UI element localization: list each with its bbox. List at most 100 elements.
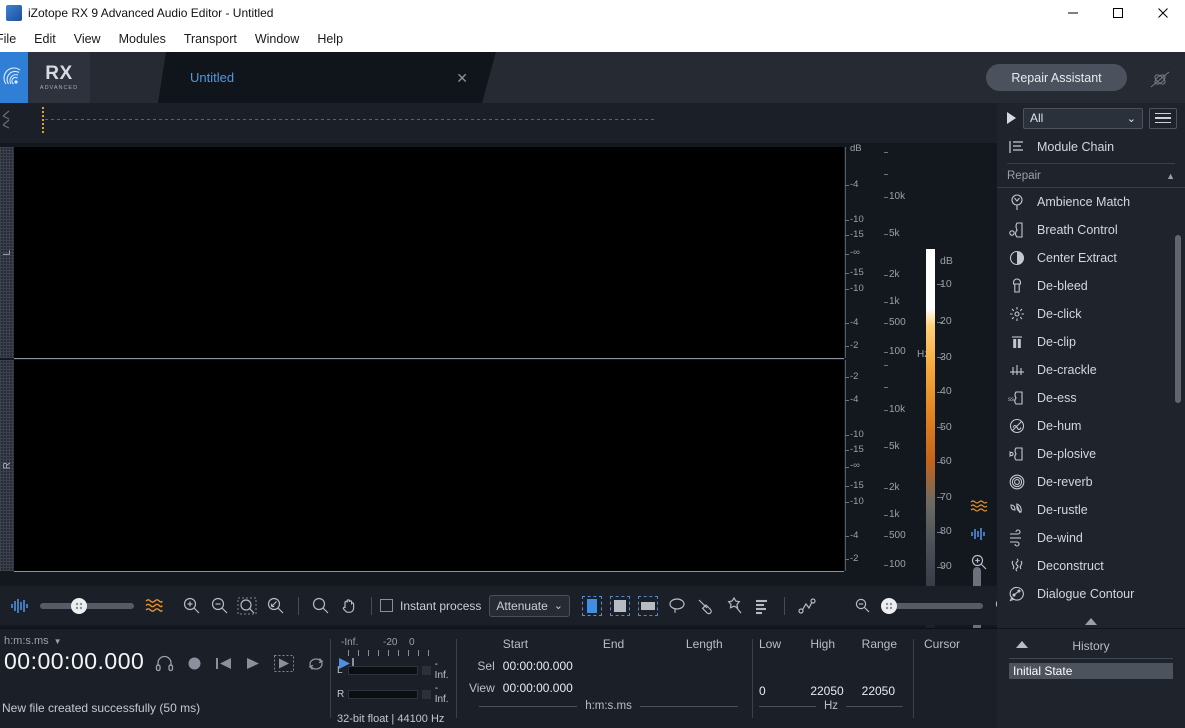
lasso-selection-tool-icon[interactable] xyxy=(664,592,692,620)
zoom-out-icon[interactable] xyxy=(849,592,877,620)
play-icon[interactable] xyxy=(1005,111,1017,125)
module-item-de-hum[interactable]: De-hum xyxy=(997,412,1185,440)
modules-scrollbar[interactable] xyxy=(1175,235,1181,403)
rewind-icon[interactable] xyxy=(215,656,232,671)
amplitude-ruler-top[interactable]: dB -4 -10 -15 -∞ -15 -10 -4 -2 xyxy=(845,143,885,358)
module-item-de-bleed[interactable]: De-bleed xyxy=(997,272,1185,300)
menu-view[interactable]: View xyxy=(65,29,110,49)
magnifier-tool-icon[interactable] xyxy=(307,592,335,620)
frequency-ruler-bottom[interactable]: 10k 5k 2k 1k 500 100 xyxy=(884,360,932,571)
spectrogram-view-icon[interactable] xyxy=(966,499,992,515)
play-selection-icon[interactable] xyxy=(274,655,294,672)
category-repair[interactable]: Repair ▲ xyxy=(997,164,1185,188)
hamburger-icon[interactable] xyxy=(1149,107,1177,129)
horizontal-zoom-knob[interactable] xyxy=(880,597,897,614)
menu-window[interactable]: Window xyxy=(246,29,308,49)
brush-selection-tool-icon[interactable] xyxy=(692,592,720,620)
assistant-wand-icon[interactable] xyxy=(1147,68,1175,92)
time-format-selector[interactable]: h:m:s.ms ▼ xyxy=(4,635,330,647)
harmonic-selection-tool-icon[interactable] xyxy=(748,592,776,620)
module-item-dialogue-contour[interactable]: Dialogue Contour xyxy=(997,580,1185,608)
play-icon[interactable] xyxy=(245,656,261,671)
waveform-lane-left[interactable] xyxy=(14,147,844,358)
time-header-length: Length xyxy=(685,637,723,651)
view-start-value[interactable]: 00:00:00.000 xyxy=(503,681,603,695)
module-chain-item[interactable]: Module Chain xyxy=(997,133,1185,161)
modules-scroll-up-icon[interactable] xyxy=(997,617,1185,626)
collapse-arrow-icon[interactable] xyxy=(1015,640,1029,649)
zoom-in-icon[interactable] xyxy=(178,592,206,620)
module-item-de-ess[interactable]: ss De-ess xyxy=(997,384,1185,412)
record-icon[interactable] xyxy=(187,656,202,671)
time-selection-tool-icon[interactable] xyxy=(581,595,602,616)
selection-length-value[interactable] xyxy=(686,659,752,673)
minimize-button[interactable] xyxy=(1050,0,1095,26)
menu-edit[interactable]: Edit xyxy=(25,29,65,49)
menu-help[interactable]: Help xyxy=(308,29,352,49)
selection-start-value[interactable]: 00:00:00.000 xyxy=(503,659,603,673)
menu-transport[interactable]: Transport xyxy=(175,29,246,49)
module-item-de-crackle[interactable]: De-crackle xyxy=(997,356,1185,384)
module-list[interactable]: Module Chain Repair ▲ Ambience Match Bre… xyxy=(997,133,1185,628)
magic-wand-tool-icon[interactable] xyxy=(720,592,748,620)
amp-label: -∞ xyxy=(850,247,860,258)
menu-file[interactable]: File xyxy=(0,29,25,49)
zoom-selection-icon[interactable] xyxy=(234,592,262,620)
module-item-de-rustle[interactable]: De-rustle xyxy=(997,496,1185,524)
amplitude-ruler-bottom[interactable]: -2 -4 -10 -15 -∞ -15 -10 -4 -2 xyxy=(845,360,885,571)
timeline-ruler[interactable] xyxy=(0,103,997,143)
spectrogram-view-icon[interactable] xyxy=(140,592,168,620)
zoom-out-icon[interactable] xyxy=(206,592,234,620)
frequency-selection-tool-icon[interactable] xyxy=(637,595,658,616)
module-item-de-wind[interactable]: De-wind xyxy=(997,524,1185,552)
meter-left-value: -Inf. xyxy=(434,659,449,681)
amplitude-slider[interactable] xyxy=(40,597,134,614)
module-item-de-clip[interactable]: De-clip xyxy=(997,328,1185,356)
module-item-de-reverb[interactable]: De-reverb xyxy=(997,468,1185,496)
menu-modules[interactable]: Modules xyxy=(110,29,175,49)
maximize-button[interactable] xyxy=(1095,0,1140,26)
frequency-ruler-top[interactable]: 10k 5k 2k 1k 500 100 Hz xyxy=(884,147,932,360)
process-mode-select[interactable]: Attenuate ⌄ xyxy=(489,594,570,617)
hand-tool-icon[interactable] xyxy=(335,592,363,620)
module-item-de-plosive[interactable]: De-plosive xyxy=(997,440,1185,468)
amplitude-slider-knob[interactable] xyxy=(71,597,87,614)
repair-assistant-button[interactable]: Repair Assistant xyxy=(986,64,1127,91)
tab-untitled[interactable]: Untitled ✕ xyxy=(158,52,496,103)
time-format-label: h:m:s.ms xyxy=(4,635,49,647)
module-item-center-extract[interactable]: Center Extract xyxy=(997,244,1185,272)
zoom-fit-icon[interactable] xyxy=(262,592,290,620)
history-item-initial-state[interactable]: Initial State xyxy=(1009,663,1173,679)
waveform-view-icon[interactable] xyxy=(6,592,34,620)
channel-strip-right[interactable]: R xyxy=(0,360,14,571)
monitor-icon[interactable] xyxy=(155,655,174,672)
module-filter-select[interactable]: All ⌄ xyxy=(1023,107,1143,129)
loop-icon[interactable] xyxy=(307,656,325,672)
freq-header-low: Low xyxy=(759,637,782,651)
freq-range-value[interactable]: 22050 xyxy=(862,684,913,698)
module-label: De-plosive xyxy=(1037,447,1097,461)
rectangle-selection-tool-icon[interactable] xyxy=(609,595,630,616)
instant-process-checkbox[interactable] xyxy=(380,599,393,612)
module-item-ambience-match[interactable]: Ambience Match xyxy=(997,188,1185,216)
view-end-value[interactable] xyxy=(603,681,686,695)
freq-low-value[interactable]: 0 xyxy=(759,684,810,698)
meter-scale-label: 0 xyxy=(409,637,415,648)
module-item-breath-control[interactable]: Breath Control xyxy=(997,216,1185,244)
close-button[interactable] xyxy=(1140,0,1185,26)
view-length-value[interactable] xyxy=(686,681,752,695)
module-item-deconstruct[interactable]: Deconstruct xyxy=(997,552,1185,580)
horizontal-zoom-slider[interactable] xyxy=(880,597,983,614)
channel-strip-left[interactable]: L xyxy=(0,147,14,358)
meter-left-label: L xyxy=(337,664,343,676)
collapse-arrow-icon[interactable]: ▲ xyxy=(1166,171,1175,181)
freq-high-value[interactable]: 22050 xyxy=(810,684,861,698)
timeline-marker-icon[interactable] xyxy=(1,107,21,135)
pen-tool-icon[interactable] xyxy=(793,592,821,620)
close-icon[interactable]: ✕ xyxy=(456,71,468,85)
waveform-view-icon[interactable] xyxy=(966,526,992,542)
module-item-de-click[interactable]: De-click xyxy=(997,300,1185,328)
waveform-lane-right[interactable] xyxy=(14,360,844,571)
editor-canvas-area[interactable]: L R dB -4 -10 -15 -∞ -15 -10 -4 -2 -2 -4… xyxy=(0,103,997,674)
selection-end-value[interactable] xyxy=(603,659,686,673)
